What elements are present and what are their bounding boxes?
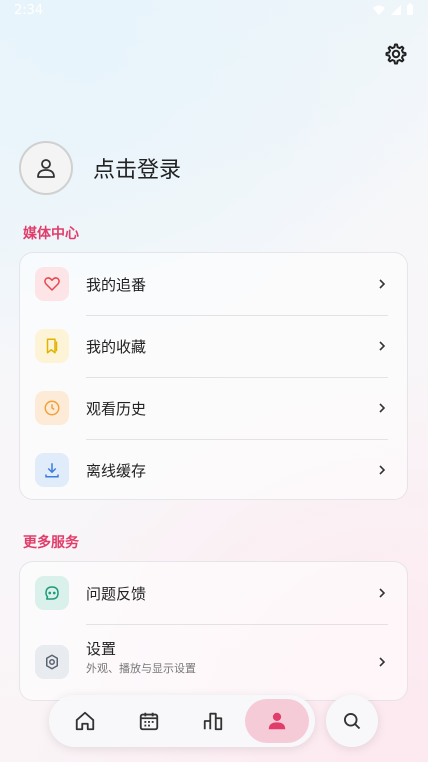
menu-item-sublabel: 外观、播放与显示设置 [86,662,196,675]
menu-item-label: 问题反馈 [86,584,147,603]
login-label[interactable]: 点击登录 [93,152,181,184]
menu-item-label: 离线缓存 [86,461,147,480]
chevron-right-icon [379,279,386,289]
menu-item-offline-cache[interactable]: 离线缓存 [20,439,407,501]
heart-icon [35,267,69,301]
menu-item-history[interactable]: 观看历史 [20,377,407,439]
nav-tab-home[interactable] [55,695,115,747]
user-icon [37,159,55,178]
search-icon [344,713,361,730]
menu-item-label: 设置 [86,640,117,658]
download-icon [35,453,69,487]
chat-icon [35,576,69,610]
chevron-right-icon [379,341,386,351]
more-section-title: 更多服务 [23,535,79,551]
menu-item-settings[interactable]: 设置 外观、播放与显示设置 [20,624,407,700]
battery-icon [407,3,413,15]
settings-button[interactable] [384,42,408,66]
menu-item-label: 我的追番 [86,275,147,294]
menu-item-label: 我的收藏 [86,337,147,356]
status-icons [372,3,414,16]
status-bar: 2:34 [0,0,428,22]
chevron-right-icon [379,465,386,475]
nav-tab-profile[interactable] [247,695,307,747]
wifi-icon [373,5,385,15]
chevron-right-icon [379,403,386,413]
user-icon [268,712,286,730]
menu-item-label: 观看历史 [86,399,147,418]
profile-login[interactable]: 点击登录 [19,141,181,195]
chevron-right-icon [379,657,386,667]
nav-tab-calendar[interactable] [119,695,179,747]
gear-icon [385,43,407,65]
more-card: 问题反馈 设置 外观、播放与显示设置 [19,561,408,701]
nav-tab-ranking[interactable] [183,695,243,747]
search-button[interactable] [326,695,378,747]
signal-icon [391,4,401,15]
clock-icon [35,391,69,425]
bottom-nav [49,695,315,747]
calendar-icon [139,712,159,731]
status-time: 2:34 [14,3,44,18]
menu-item-following[interactable]: 我的追番 [20,253,407,315]
menu-item-feedback[interactable]: 问题反馈 [20,562,407,624]
media-section-title: 媒体中心 [23,226,79,242]
menu-item-favorites[interactable]: 我的收藏 [20,315,407,377]
bookmark-icon [35,329,69,363]
bar-chart-icon [203,712,223,731]
home-icon [75,711,95,731]
media-card: 我的追番 我的收藏 观看历史 离线缓存 [19,252,408,500]
chevron-right-icon [379,588,386,598]
avatar[interactable] [19,141,73,195]
gear-icon [35,645,69,679]
